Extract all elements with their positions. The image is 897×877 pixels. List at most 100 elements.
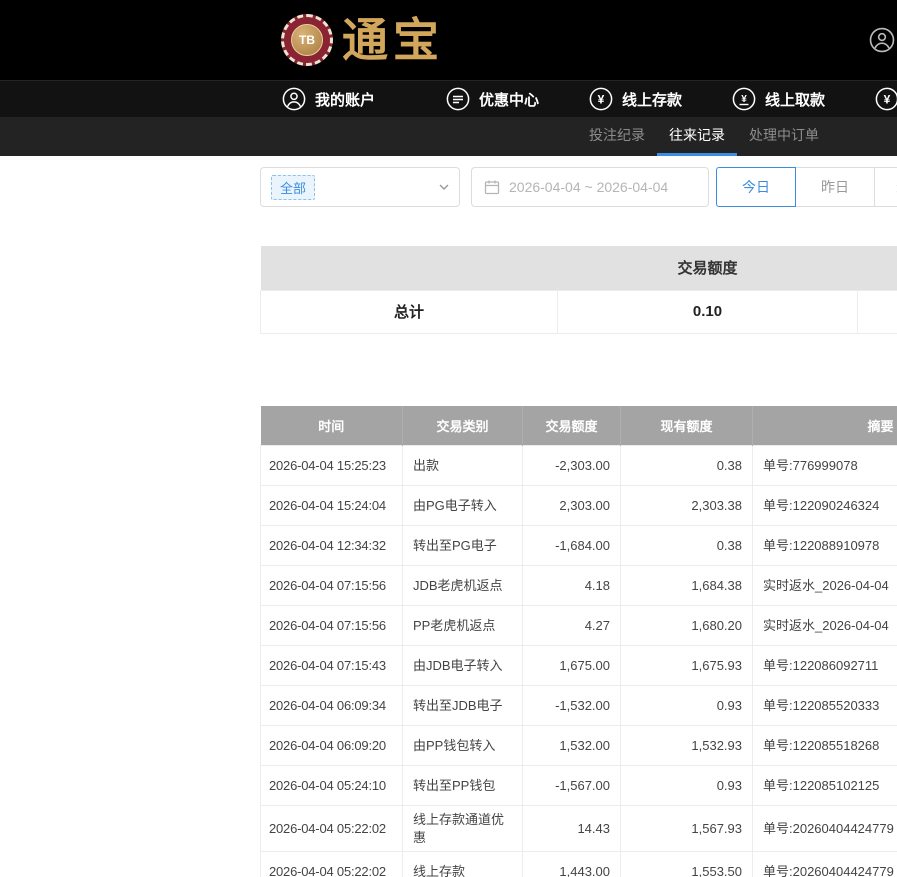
table-cell: 2026-04-04 06:09:34 — [261, 686, 403, 726]
tab-label: 处理中订单 — [749, 125, 819, 145]
nav-item-label: 优惠中心 — [479, 89, 539, 110]
table-cell: 由PP钱包转入 — [403, 726, 523, 766]
table-cell: 实时返水_2026-04-04 — [753, 606, 897, 646]
table-cell: 0.38 — [621, 446, 753, 486]
table-row: 2026-04-04 15:24:04由PG电子转入2,303.002,303.… — [261, 486, 897, 526]
calendar-icon — [484, 179, 500, 195]
table-cell: 单号:122086092711 — [753, 646, 897, 686]
nav-item-withdraw[interactable]: ¥ 线上取款 — [732, 87, 825, 111]
table-cell: 2026-04-04 07:15:56 — [261, 606, 403, 646]
table-cell: 单号:122085102125 — [753, 766, 897, 806]
table-cell: 2026-04-04 05:24:10 — [261, 766, 403, 806]
table-row: 2026-04-04 06:09:20由PP钱包转入1,532.001,532.… — [261, 726, 897, 766]
transactions-header-row: 时间 交易类别 交易额度 现有额度 摘要 — [261, 406, 897, 446]
table-cell: 单号:122090246324 — [753, 486, 897, 526]
table-cell: 1,532.00 — [523, 726, 621, 766]
svg-text:¥: ¥ — [741, 94, 747, 105]
table-cell: 0.38 — [621, 526, 753, 566]
table-cell: 2,303.38 — [621, 486, 753, 526]
table-cell: JDB老虎机返点 — [403, 566, 523, 606]
user-avatar-button[interactable] — [869, 27, 895, 53]
transaction-type-select[interactable]: 全部 — [260, 167, 460, 207]
tab-label: 投注纪录 — [589, 125, 645, 145]
table-cell: 转出至JDB电子 — [403, 686, 523, 726]
yesterday-button[interactable]: 昨日 — [795, 167, 875, 207]
table-cell: 由PG电子转入 — [403, 486, 523, 526]
tab-processing-orders[interactable]: 处理中订单 — [737, 117, 831, 156]
summary-header-empty — [261, 246, 558, 290]
svg-text:¥: ¥ — [598, 93, 605, 107]
table-cell: 2026-04-04 05:22:02 — [261, 806, 403, 852]
logo-chip-text: TB — [291, 24, 323, 56]
table-cell: 1,684.38 — [621, 566, 753, 606]
summary-header-amount: 交易额度 — [558, 246, 858, 290]
site-logo[interactable]: TB 通宝 — [281, 11, 444, 69]
table-cell: 14.43 — [523, 806, 621, 852]
table-cell: 2026-04-04 15:25:23 — [261, 446, 403, 486]
table-cell: 1,680.20 — [621, 606, 753, 646]
summary-total-row: 总计 0.10 — [261, 290, 897, 333]
table-cell: 单号:122088910978 — [753, 526, 897, 566]
summary-total-value: 0.10 — [558, 290, 858, 333]
table-cell: 1,675.00 — [523, 646, 621, 686]
table-cell: -1,684.00 — [523, 526, 621, 566]
nav-item-my-account[interactable]: 我的账户 — [282, 87, 375, 111]
table-cell: 实时返水_2026-04-04 — [753, 566, 897, 606]
withdraw-icon: ¥ — [732, 87, 756, 111]
summary-header-clipped — [858, 246, 897, 290]
table-cell: 单号:776999078 — [753, 446, 897, 486]
nav-item-deposit[interactable]: ¥ 线上存款 — [589, 87, 682, 111]
table-cell: 由JDB电子转入 — [403, 646, 523, 686]
top-header: TB 通宝 — [0, 0, 897, 80]
content-area: 全部 2026-04-04 ~ 2026-04-04 今日 昨日 近7日 — [260, 156, 897, 877]
table-cell: 2026-04-04 07:15:56 — [261, 566, 403, 606]
table-cell: 0.93 — [621, 766, 753, 806]
table-row: 2026-04-04 05:22:02线上存款1,443.001,553.50单… — [261, 852, 897, 877]
svg-text:¥: ¥ — [884, 93, 891, 107]
date-range-input[interactable]: 2026-04-04 ~ 2026-04-04 — [471, 167, 709, 207]
user-icon — [869, 27, 895, 53]
table-row: 2026-04-04 05:22:02线上存款通道优惠14.431,567.93… — [261, 806, 897, 852]
user-icon — [282, 87, 306, 111]
nav-item-label: 线上存款 — [622, 89, 682, 110]
tab-bet-records[interactable]: 投注纪录 — [577, 117, 657, 156]
table-cell: 单号:20260404424779 — [753, 806, 897, 852]
table-cell: 2026-04-04 07:15:43 — [261, 646, 403, 686]
page: TB 通宝 我的账户 优惠中心 — [0, 0, 897, 877]
table-cell: 2026-04-04 06:09:20 — [261, 726, 403, 766]
nav-item-clipped[interactable]: ¥ — [875, 87, 897, 111]
tab-label: 往来记录 — [669, 125, 725, 145]
table-row: 2026-04-04 07:15:56JDB老虎机返点4.181,684.38实… — [261, 566, 897, 606]
col-header-time: 时间 — [261, 406, 403, 446]
table-cell: 1,553.50 — [621, 852, 753, 877]
table-cell: 单号:122085520333 — [753, 686, 897, 726]
table-cell: -1,567.00 — [523, 766, 621, 806]
table-cell: 线上存款 — [403, 852, 523, 877]
table-row: 2026-04-04 05:24:10转出至PP钱包-1,567.000.93单… — [261, 766, 897, 806]
table-cell: 1,675.93 — [621, 646, 753, 686]
table-row: 2026-04-04 07:15:43由JDB电子转入1,675.001,675… — [261, 646, 897, 686]
col-header-balance: 现有额度 — [621, 406, 753, 446]
table-cell: -2,303.00 — [523, 446, 621, 486]
coin-icon: ¥ — [875, 87, 897, 111]
table-row: 2026-04-04 15:25:23出款-2,303.000.38单号:776… — [261, 446, 897, 486]
today-button[interactable]: 今日 — [716, 167, 796, 207]
deposit-icon: ¥ — [589, 87, 613, 111]
selected-type-tag: 全部 — [271, 175, 315, 200]
tab-transaction-records[interactable]: 往来记录 — [657, 117, 737, 156]
table-cell: 转出至PP钱包 — [403, 766, 523, 806]
transactions-tbody: 2026-04-04 15:25:23出款-2,303.000.38单号:776… — [261, 446, 897, 877]
nav-item-promo-center[interactable]: 优惠中心 — [446, 87, 539, 111]
summary-table: 交易额度 总计 0.10 — [260, 246, 897, 334]
filter-row: 全部 2026-04-04 ~ 2026-04-04 今日 昨日 近7日 — [260, 167, 897, 207]
summary-total-label: 总计 — [261, 290, 558, 333]
table-cell: -1,532.00 — [523, 686, 621, 726]
logo-title: 通宝 — [342, 17, 444, 63]
last-7-days-button[interactable]: 近7日 — [874, 167, 897, 207]
table-cell: 1,567.93 — [621, 806, 753, 852]
table-cell: 2,303.00 — [523, 486, 621, 526]
table-cell: 出款 — [403, 446, 523, 486]
logo-chip-icon: TB — [281, 14, 333, 66]
col-header-type: 交易类别 — [403, 406, 523, 446]
table-cell: 1,443.00 — [523, 852, 621, 877]
